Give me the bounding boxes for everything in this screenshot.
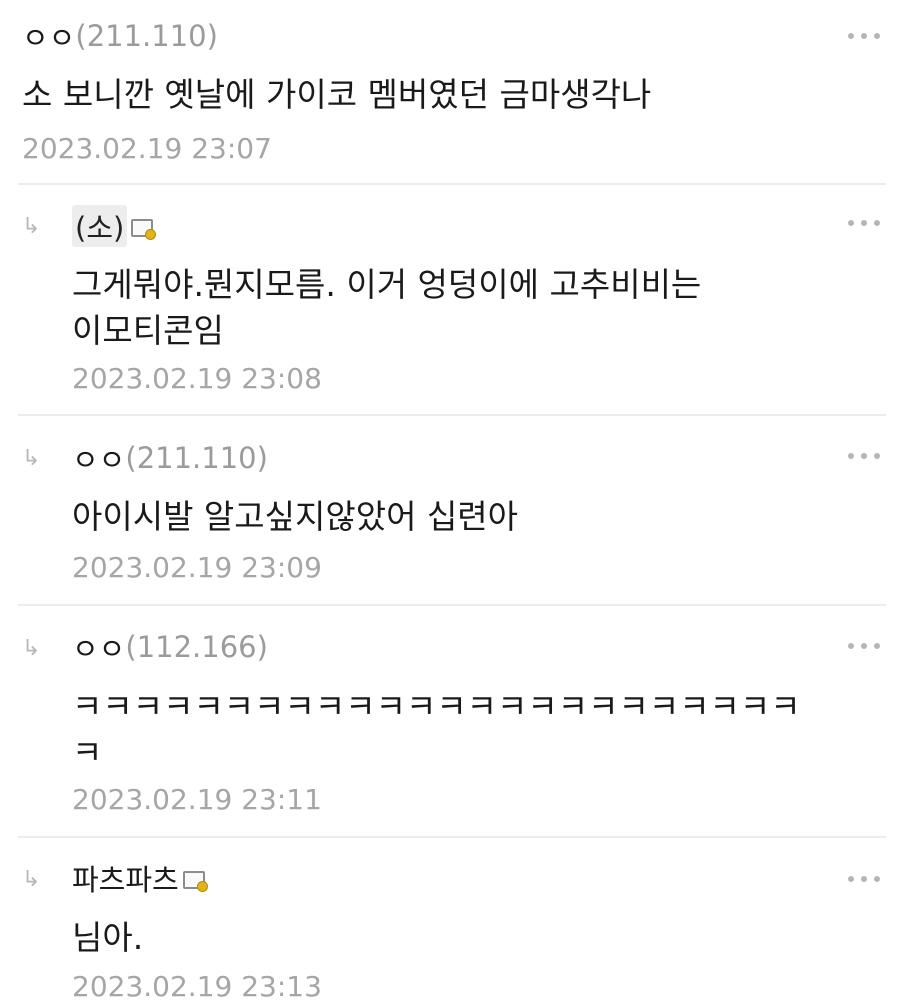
author-ip: (112.166) bbox=[125, 630, 268, 664]
more-options-icon[interactable] bbox=[848, 33, 880, 39]
comment-date: 2023.02.19 23:09 bbox=[72, 551, 322, 584]
comment-author[interactable]: ㅇㅇ (211.110) bbox=[22, 16, 218, 56]
comment-date: 2023.02.19 23:08 bbox=[72, 362, 322, 395]
comment-author[interactable]: ㅇㅇ (112.166) bbox=[72, 627, 268, 667]
reply-arrow-icon: ↳ bbox=[22, 446, 41, 471]
author-name[interactable]: ㅇㅇ bbox=[72, 626, 125, 668]
more-options-icon[interactable] bbox=[848, 643, 880, 649]
divider bbox=[18, 183, 886, 185]
comment-text: 그게뭐야.뭔지모름. 이거 엉덩이에 고추비비는 이모티콘임 bbox=[72, 265, 702, 350]
author-name[interactable]: ㅇㅇ bbox=[22, 15, 75, 57]
comment-text: ㅋㅋㅋㅋㅋㅋㅋㅋㅋㅋㅋㅋㅋㅋㅋㅋㅋㅋㅋㅋㅋㅋㅋㅋ ㅋ bbox=[72, 687, 801, 772]
divider bbox=[18, 414, 886, 416]
divider bbox=[18, 836, 886, 838]
comment-date: 2023.02.19 23:13 bbox=[72, 970, 322, 1003]
comment-author[interactable]: 파츠파츠 bbox=[72, 857, 208, 899]
reply-arrow-icon: ↳ bbox=[22, 214, 41, 239]
comment-date: 2023.02.19 23:11 bbox=[72, 783, 322, 816]
author-ip: (211.110) bbox=[125, 441, 268, 475]
comment-text: 님아. bbox=[72, 918, 144, 957]
comment-text: 아이시발 알고싶지않았어 십련아 bbox=[72, 497, 519, 536]
more-options-icon[interactable] bbox=[848, 876, 880, 882]
more-options-icon[interactable] bbox=[848, 453, 880, 459]
author-name[interactable]: (소) bbox=[72, 205, 128, 247]
gallery-nickname-badge-icon bbox=[131, 219, 157, 240]
reply-arrow-icon: ↳ bbox=[22, 867, 41, 892]
comment-date: 2023.02.19 23:07 bbox=[22, 132, 272, 165]
comment-author[interactable]: ㅇㅇ (211.110) bbox=[72, 438, 268, 478]
gallery-nickname-badge-icon bbox=[182, 871, 208, 892]
author-ip: (211.110) bbox=[75, 19, 218, 53]
comment-text: 소 보니깐 옛날에 가이코 멤버였던 금마생각나 bbox=[22, 75, 652, 114]
more-options-icon[interactable] bbox=[848, 220, 880, 226]
reply-arrow-icon: ↳ bbox=[22, 636, 41, 661]
comment-author[interactable]: (소) bbox=[72, 205, 157, 247]
author-name[interactable]: 파츠파츠 bbox=[72, 857, 179, 899]
author-name[interactable]: ㅇㅇ bbox=[72, 437, 125, 479]
divider bbox=[18, 604, 886, 606]
